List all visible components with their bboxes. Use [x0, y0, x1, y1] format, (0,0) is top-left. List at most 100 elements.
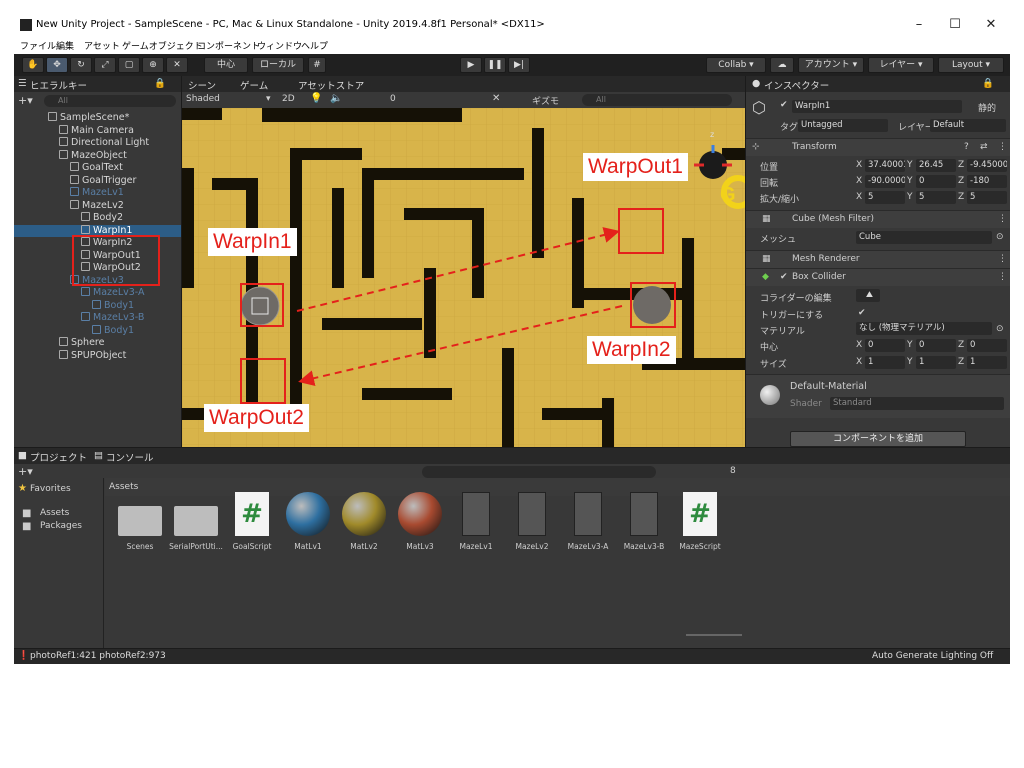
hierarchy-item[interactable]: SampleScene* [14, 112, 181, 125]
layout-dropdown[interactable]: Layout ▾ [938, 57, 1004, 73]
center-y-field[interactable]: 0 [916, 339, 956, 352]
hierarchy-item[interactable]: GoalText [14, 162, 181, 175]
rotation-z-field[interactable]: -180 [967, 175, 1007, 188]
hidden-packages-count[interactable]: 8 [730, 466, 736, 476]
preset-icon[interactable]: ⇄ [980, 142, 988, 152]
assets-tree-item[interactable]: Assets [40, 508, 69, 518]
project-search-input[interactable] [422, 466, 656, 478]
rect-tool-icon[interactable]: ▢ [118, 57, 140, 73]
static-toggle[interactable]: 静的 [978, 101, 996, 114]
lighting-toggle-icon[interactable]: 💡 [310, 93, 322, 104]
scene-search-input[interactable]: All [582, 94, 732, 106]
hierarchy-item[interactable]: MazeObject [14, 149, 181, 163]
transform-tool-icon[interactable]: ⊕ [142, 57, 164, 73]
add-object-button[interactable]: +▾ [18, 94, 33, 107]
transform-header[interactable]: ⊹ Transform ? ⇄ ⋮ [746, 138, 1010, 156]
object-name-field[interactable]: WarpIn1 [792, 100, 962, 113]
collider-material-field[interactable]: なし (物理マテリアル) [856, 322, 992, 335]
menu-assets[interactable]: アセット [84, 39, 120, 52]
size-x-field[interactable]: 1 [865, 356, 905, 369]
favorites-label[interactable]: Favorites [30, 484, 71, 494]
hierarchy-search-input[interactable]: All [44, 95, 176, 107]
hierarchy-tab[interactable]: ☰ ヒエラルキー 🔒 [14, 76, 181, 92]
scene-tab[interactable]: シーン [188, 78, 216, 92]
scale-tool-icon[interactable]: ⤢ [94, 57, 116, 73]
create-asset-button[interactable]: +▾ [18, 465, 33, 478]
rotate-tool-icon[interactable]: ↻ [70, 57, 92, 73]
asset-store-tab[interactable]: アセットストア [298, 78, 364, 92]
hierarchy-item[interactable]: Main Camera [14, 124, 181, 138]
account-dropdown[interactable]: アカウント ▾ [798, 57, 864, 73]
2d-toggle[interactable]: 2D [282, 94, 295, 104]
position-z-field[interactable]: -9.45000 [967, 159, 1007, 172]
asset-item[interactable]: MatLv3 [392, 492, 448, 551]
box-collider-header[interactable]: ◆ ✔ Box Collider ⋮ [746, 268, 1010, 286]
shading-mode-dropdown[interactable]: Shaded [186, 94, 220, 104]
menu-component[interactable]: コンポーネント [197, 39, 260, 52]
scale-z-field[interactable]: 5 [967, 191, 1007, 204]
scale-y-field[interactable]: 5 [916, 191, 956, 204]
shading-dropdown-arrow[interactable]: ▾ [266, 94, 271, 104]
layers-dropdown[interactable]: レイヤー ▾ [868, 57, 934, 73]
box-collider-menu-icon[interactable]: ⋮ [998, 272, 1007, 282]
step-button[interactable]: ▶| [508, 57, 530, 73]
rotation-x-field[interactable]: -90.0000 [865, 175, 905, 188]
layer-dropdown[interactable]: Default [930, 119, 1006, 132]
asset-item[interactable]: SerialPortUti... [168, 492, 224, 551]
status-message[interactable]: photoRef1:421 photoRef2:973 [30, 651, 166, 661]
cloud-icon[interactable]: ☁ [770, 57, 794, 73]
asset-item[interactable]: MatLv1 [280, 492, 336, 551]
mesh-filter-menu-icon[interactable]: ⋮ [998, 214, 1007, 224]
center-x-field[interactable]: 0 [865, 339, 905, 352]
console-tab[interactable]: コンソール [106, 450, 154, 464]
rotation-y-field[interactable]: 0 [916, 175, 956, 188]
project-tab[interactable]: プロジェクト [30, 450, 87, 464]
collab-button[interactable]: Collab ▾ [706, 57, 766, 73]
hierarchy-item[interactable]: Directional Light [14, 137, 181, 150]
menu-gameobject[interactable]: ゲームオブジェクト [122, 39, 203, 52]
hierarchy-item[interactable]: MazeLv1 [14, 187, 181, 200]
material-picker-icon[interactable]: ⊙ [996, 324, 1004, 334]
asset-item[interactable]: # GoalScript [224, 492, 280, 551]
asset-item[interactable]: MazeLv3-B [616, 492, 672, 551]
mesh-field[interactable]: Cube [856, 231, 992, 244]
menu-edit[interactable]: 編集 [56, 39, 74, 52]
icon-size-slider[interactable] [686, 634, 742, 636]
tools-icon[interactable]: ✕ [492, 93, 500, 104]
menu-file[interactable]: ファイル [20, 39, 56, 52]
edit-collider-button[interactable]: ⛰ [856, 289, 880, 302]
kebab-menu-icon[interactable]: ⋮ [998, 142, 1007, 152]
hand-tool-icon[interactable]: ✋ [22, 57, 44, 73]
lock-icon[interactable]: 🔒 [154, 78, 166, 89]
is-trigger-checkbox[interactable]: ✔ [858, 308, 866, 318]
menu-help[interactable]: ヘルプ [301, 39, 328, 52]
position-y-field[interactable]: 26.45 [916, 159, 956, 172]
inspector-tab[interactable]: ● インスペクター 🔒 [746, 76, 1010, 92]
play-button[interactable]: ▶ [460, 57, 482, 73]
packages-tree-item[interactable]: Packages [40, 521, 82, 531]
hidden-objects-count[interactable]: 0 [390, 94, 396, 104]
help-icon[interactable]: ? [964, 142, 969, 152]
close-button[interactable]: ✕ [976, 16, 1006, 34]
custom-tool-icon[interactable]: ✕ [166, 57, 188, 73]
center-z-field[interactable]: 0 [967, 339, 1007, 352]
asset-item[interactable]: MazeLv2 [504, 492, 560, 551]
hierarchy-item[interactable]: SPUPObject [14, 349, 181, 363]
tag-dropdown[interactable]: Untagged [798, 119, 888, 132]
maximize-button[interactable]: ☐ [940, 16, 970, 34]
game-tab[interactable]: ゲーム [240, 78, 268, 92]
grid-snap-icon[interactable]: # [308, 57, 326, 73]
lighting-status[interactable]: Auto Generate Lighting Off [872, 651, 993, 661]
mesh-filter-header[interactable]: ▦ Cube (Mesh Filter) ⋮ [746, 210, 1010, 228]
hierarchy-item[interactable]: MazeLv3-B [14, 312, 181, 325]
asset-item[interactable]: MazeLv3-A [560, 492, 616, 551]
shader-dropdown[interactable]: Standard [830, 397, 1004, 410]
object-picker-icon[interactable]: ⊙ [996, 232, 1004, 242]
inspector-lock-icon[interactable]: 🔒 [982, 78, 994, 89]
scene-gizmo-axis-label[interactable]: z [710, 130, 714, 139]
hierarchy-item[interactable]: Sphere [14, 337, 181, 350]
size-z-field[interactable]: 1 [967, 356, 1007, 369]
active-checkbox[interactable]: ✔ [780, 100, 788, 110]
menu-window[interactable]: ウィンドウ [257, 39, 302, 52]
gizmos-dropdown[interactable]: ギズモ [532, 94, 559, 107]
